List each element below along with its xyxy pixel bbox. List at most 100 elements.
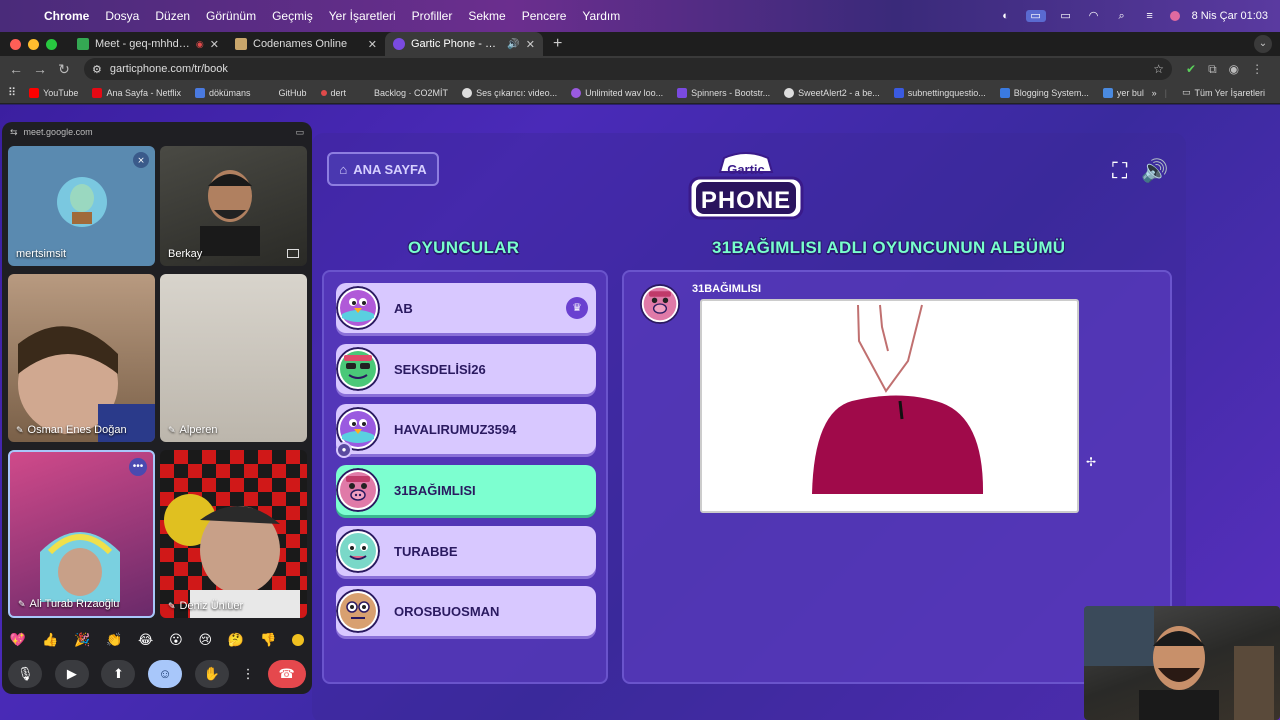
drag-handle-icon[interactable]: ⇆	[10, 127, 18, 138]
apps-grid-icon[interactable]: ⠿	[8, 86, 22, 99]
player-row[interactable]: AB ♛	[336, 283, 596, 333]
zoom-window-button[interactable]	[46, 38, 57, 50]
back-arrow-icon[interactable]: ←	[4, 61, 28, 77]
reaction-clap-icon[interactable]: 👏	[106, 632, 122, 648]
player-row[interactable]: OROSBUOSMAN	[336, 586, 596, 636]
menu-pencere[interactable]: Pencere	[514, 9, 575, 23]
bookmark-item[interactable]: Ses çıkarıcı: video...	[455, 87, 564, 98]
close-window-button[interactable]	[10, 38, 21, 50]
all-bookmarks-button[interactable]: ▭ Tüm Yer İşaretleri	[1175, 87, 1272, 98]
new-tab-button[interactable]: +	[543, 35, 572, 53]
reaction-laugh-icon[interactable]: 😂	[138, 632, 153, 648]
back-to-tab-icon[interactable]: ▭	[295, 127, 304, 138]
meet-controls: 🎙 ▶ ⬆ ☺ ✋ ⋮ ☎	[2, 658, 312, 690]
forward-arrow-icon[interactable]: →	[28, 61, 52, 77]
fullscreen-icon[interactable]: ⛶	[1112, 158, 1127, 184]
reload-icon[interactable]: ↻	[52, 61, 76, 78]
leave-call-button[interactable]: ☎	[267, 660, 306, 688]
menu-profiller[interactable]: Profiller	[404, 9, 461, 23]
participant-name: Berkay	[168, 248, 203, 260]
status-chrome-icon[interactable]: ◐	[998, 10, 1014, 22]
skin-tone-icon[interactable]	[291, 634, 304, 646]
player-name: SEKSDELİSİ26	[394, 361, 486, 377]
address-bar[interactable]: ⚙ garticphone.com/tr/book ☆	[84, 58, 1172, 80]
reaction-thumbs-up-icon[interactable]: 👍	[42, 632, 58, 648]
bookmark-star-icon[interactable]: ☆	[1153, 62, 1164, 76]
chrome-menu-icon[interactable]: ⋮	[1251, 62, 1263, 77]
close-tab-icon[interactable]: ✕	[368, 38, 377, 51]
self-camera-view	[1084, 606, 1280, 720]
reaction-surprise-icon[interactable]: 😮	[169, 632, 183, 648]
url-text[interactable]: garticphone.com/tr/book	[110, 63, 228, 75]
audio-playing-icon[interactable]: 🔊	[507, 39, 519, 50]
status-screen-icon[interactable]: ▭	[1025, 10, 1046, 22]
menu-yer-isaretleri[interactable]: Yer İşaretleri	[321, 9, 404, 23]
tab-search-chevron-icon[interactable]: ⌄	[1254, 35, 1272, 53]
bookmark-item[interactable]: YouTube	[22, 87, 85, 98]
present-screen-button[interactable]: ⬆	[101, 660, 136, 688]
reaction-sad-icon[interactable]: 😢	[199, 632, 213, 648]
menu-gecmis[interactable]: Geçmiş	[264, 9, 321, 23]
player-row-selected[interactable]: 31BAĞIMLISI	[336, 465, 596, 515]
siri-icon[interactable]	[1169, 11, 1180, 21]
minimize-window-button[interactable]	[28, 38, 39, 50]
menu-yardim[interactable]: Yardım	[574, 9, 628, 23]
control-center-icon[interactable]: ≡	[1142, 10, 1158, 22]
participant-tile[interactable]: ✎ Alperen	[160, 274, 307, 442]
participant-tile[interactable]: ✎ Osman Enes Doğan	[8, 274, 155, 442]
search-icon[interactable]: ⌕	[1114, 10, 1130, 22]
menu-gorunum[interactable]: Görünüm	[198, 9, 264, 23]
reaction-thinking-icon[interactable]: 🤔	[228, 632, 244, 648]
bookmark-item[interactable]: GitHub	[258, 87, 314, 98]
profile-avatar-icon[interactable]: ◉	[1229, 62, 1239, 77]
status-battery-icon[interactable]: ▭	[1058, 10, 1074, 22]
bookmark-item[interactable]: Blogging System...	[993, 87, 1096, 98]
participant-tile-active[interactable]: ••• ✎ Ali Turab Rızaoğlu	[8, 450, 155, 618]
bookmark-item[interactable]: Spinners - Bootstr...	[670, 87, 777, 98]
bookmark-item[interactable]: dökümans	[188, 87, 258, 98]
home-button[interactable]: ⌂ ANA SAYFA	[327, 152, 439, 186]
participant-tile[interactable]: ⨯ mertsimsit	[8, 146, 155, 266]
tab-gartic-phone[interactable]: Gartic Phone - Kulaktan K 🔊 ✕	[385, 32, 543, 56]
close-tab-icon[interactable]: ✕	[526, 38, 535, 51]
menu-datetime[interactable]: 8 Nis Çar 01:03	[1192, 10, 1268, 22]
reaction-thumbs-down-icon[interactable]: 👎	[260, 632, 276, 648]
raise-hand-button[interactable]: ✋	[194, 660, 229, 688]
extensions-puzzle-icon[interactable]: ⧉	[1208, 62, 1217, 77]
volume-icon[interactable]: 🔊	[1141, 158, 1168, 184]
bookmark-item[interactable]: subnettingquestio...	[887, 87, 993, 98]
close-tab-icon[interactable]: ✕	[210, 38, 219, 51]
bookmark-item[interactable]: Backlog · CO2MİT	[353, 87, 455, 98]
bookmark-item[interactable]: SweetAlert2 - a be...	[777, 87, 887, 98]
more-bookmarks-chevron-icon[interactable]: »	[1152, 88, 1157, 98]
bookmark-item[interactable]: dert	[314, 88, 354, 98]
menu-dosya[interactable]: Dosya	[97, 9, 147, 23]
player-row[interactable]: ● HAVALIRUMUZ3594	[336, 404, 596, 458]
participant-tile[interactable]: Berkay	[160, 146, 307, 266]
camera-button[interactable]: ▶	[54, 660, 89, 688]
bookmark-item[interactable]: yer bul	[1096, 87, 1151, 98]
tab-meet[interactable]: Meet - geq-mhhd-zzq ◉ ✕	[69, 32, 227, 56]
menu-sekme[interactable]: Sekme	[460, 9, 513, 23]
participant-tile[interactable]: ✎ Deniz Ünlüer	[160, 450, 307, 618]
player-name: 31BAĞIMLISI	[394, 482, 476, 498]
more-options-button[interactable]: ⋮	[241, 660, 255, 688]
wifi-icon[interactable]: ◠	[1086, 10, 1102, 22]
browser-tab-strip: Meet - geq-mhhd-zzq ◉ ✕ Codenames Online…	[0, 32, 1280, 56]
menu-app-name[interactable]: Chrome	[36, 9, 97, 23]
microphone-button[interactable]: 🎙	[8, 660, 43, 688]
bookmark-item[interactable]: Ana Sayfa - Netflix	[85, 87, 188, 98]
reaction-party-icon[interactable]: 🎉	[74, 632, 90, 648]
player-row[interactable]: SEKSDELİSİ26	[336, 344, 596, 394]
bookmark-item[interactable]: Unlimited wav loo...	[564, 87, 670, 98]
site-info-icon[interactable]: ⚙	[92, 63, 102, 76]
more-options-icon[interactable]: •••	[129, 458, 147, 476]
player-row[interactable]: TURABBE	[336, 526, 596, 576]
reaction-heart-icon[interactable]: 💖	[10, 632, 26, 648]
tab-codenames[interactable]: Codenames Online ✕	[227, 32, 385, 56]
extension-icon[interactable]: ✔	[1186, 62, 1196, 77]
reaction-bar: 💖 👍 🎉 👏 😂 😮 😢 🤔 👎	[2, 628, 312, 652]
video-feed	[1084, 606, 1274, 720]
emoji-reactions-button[interactable]: ☺	[147, 660, 182, 688]
menu-duzen[interactable]: Düzen	[147, 9, 198, 23]
